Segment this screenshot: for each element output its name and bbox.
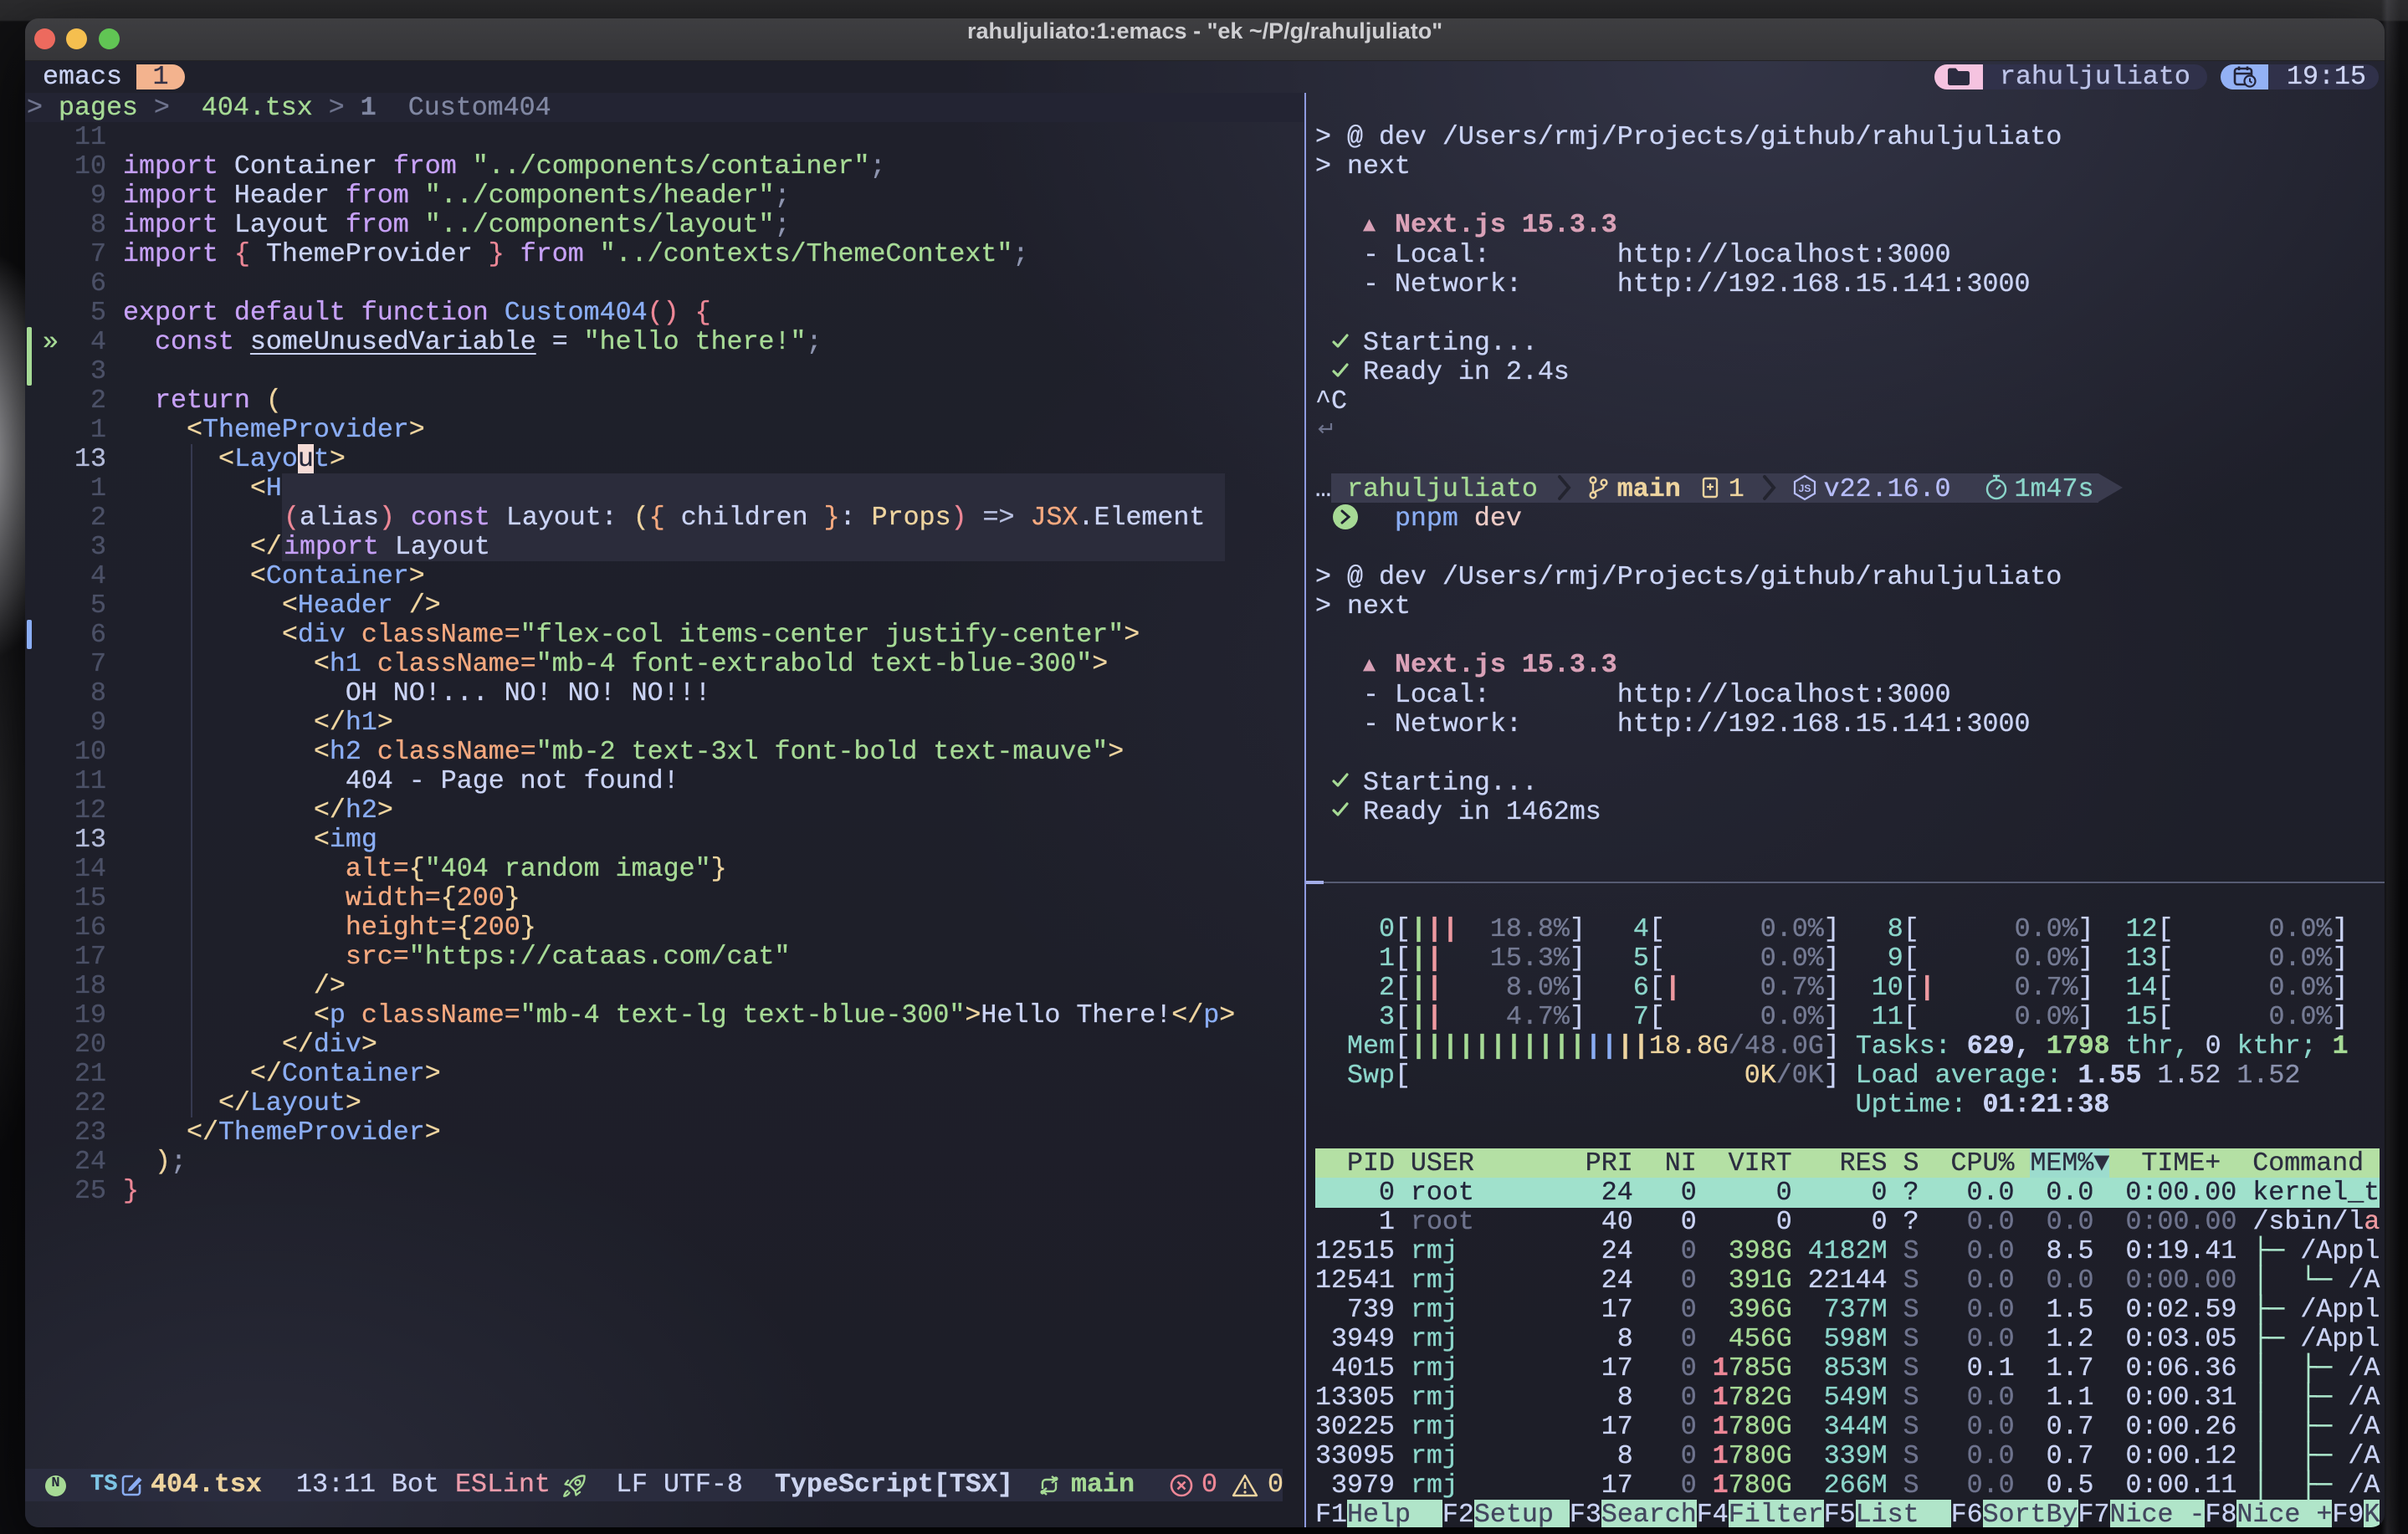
- svg-text:JS: JS: [1799, 483, 1811, 494]
